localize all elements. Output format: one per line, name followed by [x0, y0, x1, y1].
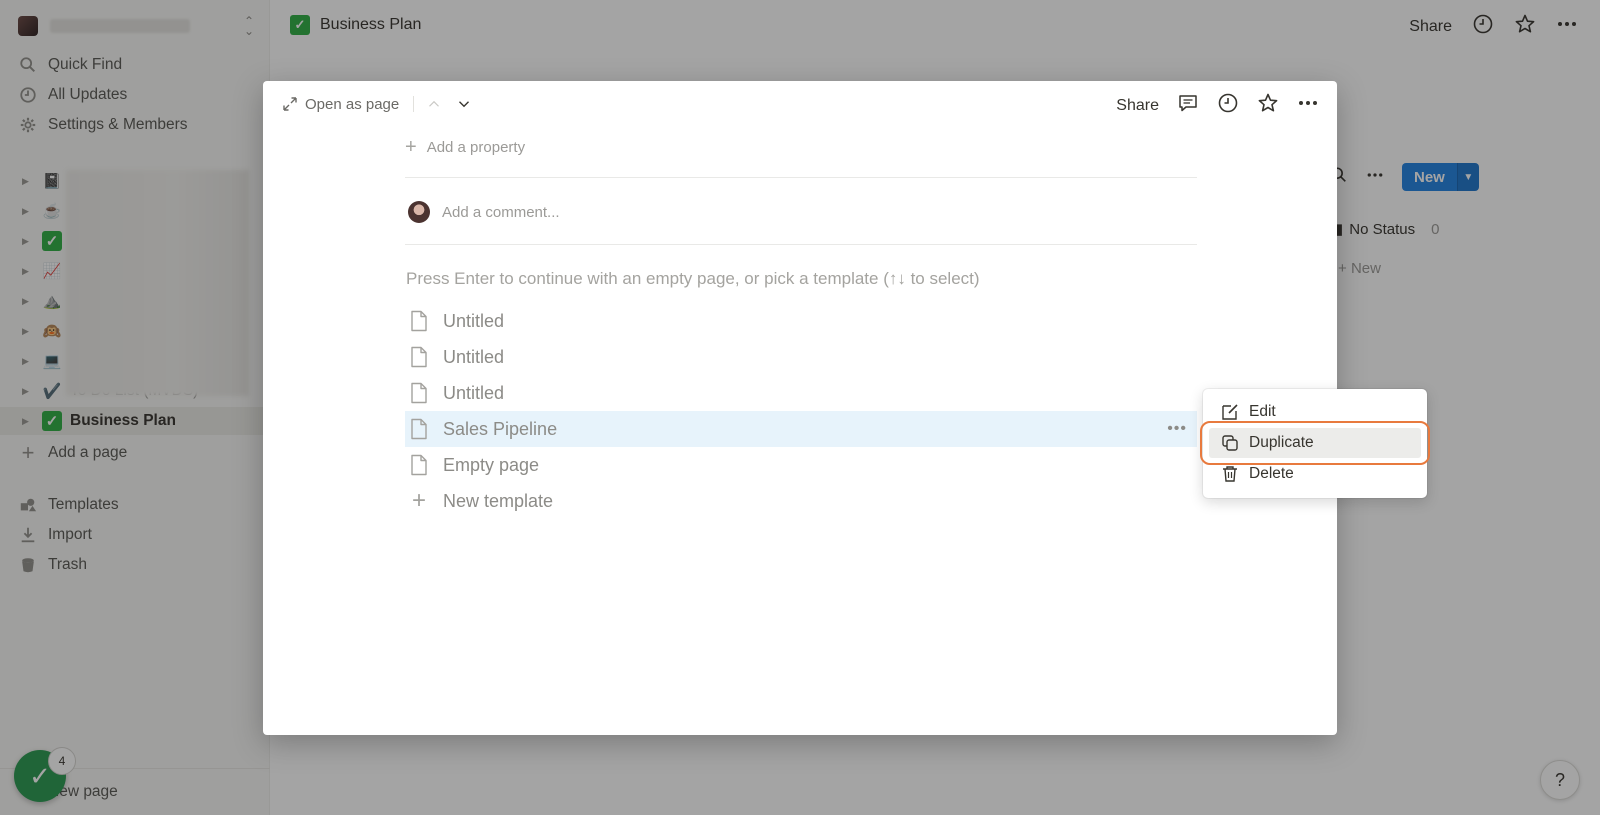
menu-item-label: Delete	[1249, 465, 1294, 482]
star-icon[interactable]	[1257, 92, 1279, 119]
edit-icon	[1222, 404, 1238, 420]
page-icon	[411, 346, 427, 368]
menu-item-label: Edit	[1249, 403, 1276, 420]
divider	[413, 96, 415, 112]
page-icon	[411, 418, 427, 440]
modal-share-button[interactable]: Share	[1116, 97, 1159, 115]
template-label: Empty page	[443, 454, 540, 475]
template-label: Untitled	[443, 310, 505, 331]
expand-icon	[283, 97, 297, 111]
chevron-up-icon[interactable]	[428, 94, 448, 114]
comment-input[interactable]: Add a comment...	[408, 201, 560, 223]
comment-placeholder: Add a comment...	[442, 203, 560, 221]
template-label: Untitled	[443, 346, 505, 367]
more-icon[interactable]	[1297, 92, 1319, 119]
page-icon	[411, 454, 427, 476]
open-as-page-button[interactable]: Open as page	[283, 96, 399, 113]
template-item[interactable]: Untitled	[405, 375, 1197, 411]
clock-icon[interactable]	[1217, 92, 1239, 119]
divider	[405, 244, 1197, 245]
new-template-label: New template	[443, 490, 554, 511]
template-item-empty-page[interactable]: Empty page	[405, 447, 1197, 483]
template-item[interactable]: Untitled	[405, 303, 1197, 339]
template-label: Sales Pipeline	[443, 418, 558, 439]
modal-toolbar-right: Share	[1116, 92, 1319, 119]
page-peek-modal: Open as page Share + Add a property Add …	[263, 81, 1337, 735]
page-icon	[411, 310, 427, 332]
add-property-button[interactable]: + Add a property	[405, 136, 525, 159]
template-item-sales-pipeline[interactable]: Sales Pipeline •••	[405, 411, 1197, 447]
avatar	[408, 201, 430, 223]
comment-icon[interactable]	[1177, 92, 1199, 119]
add-property-label: Add a property	[426, 139, 526, 156]
modal-toolbar-left: Open as page	[283, 94, 488, 114]
template-item[interactable]: Untitled	[405, 339, 1197, 375]
template-label: Untitled	[443, 382, 505, 403]
open-as-page-label: Open as page	[305, 95, 400, 113]
divider	[405, 177, 1197, 178]
trash-icon	[1223, 466, 1237, 482]
new-template-button[interactable]: + New template	[405, 483, 1197, 519]
plus-icon: +	[411, 487, 426, 514]
chevron-down-icon[interactable]	[458, 94, 478, 114]
plus-icon: +	[405, 136, 417, 158]
more-icon[interactable]: •••	[1167, 420, 1187, 438]
template-hint: Press Enter to continue with an empty pa…	[406, 269, 980, 288]
duplicate-highlight-ring	[1200, 421, 1430, 465]
page-icon	[411, 382, 427, 404]
